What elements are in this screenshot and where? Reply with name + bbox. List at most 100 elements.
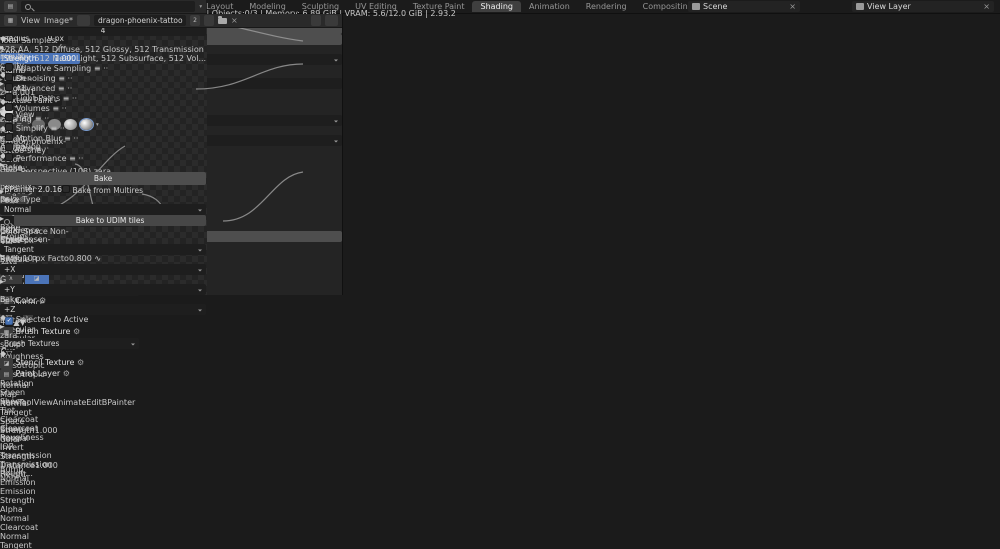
swizzle-r-label: Swizzle R bbox=[0, 255, 38, 264]
image-icon[interactable] bbox=[77, 15, 90, 26]
view-menu[interactable]: View bbox=[21, 16, 40, 25]
workspace-tab[interactable]: Shading bbox=[472, 1, 521, 12]
modifier-icons: ◆▽ bbox=[0, 349, 12, 358]
unlink-image-icon[interactable]: × bbox=[231, 16, 238, 25]
scene-selector[interactable]: Scene × bbox=[688, 1, 800, 12]
bake-section-header[interactable]: ▾Bake·· bbox=[0, 163, 206, 172]
preset-list-icon[interactable]: ≡ bbox=[69, 154, 76, 163]
swizzle-r-dropdown[interactable]: +X bbox=[0, 264, 206, 275]
swizzle-b-dropdown[interactable]: +Z bbox=[0, 304, 206, 315]
stencil-texture-title: Stencil Texture bbox=[16, 358, 75, 367]
section-checkbox[interactable] bbox=[5, 103, 13, 111]
properties-section[interactable]: ▸ Film ≡ ·· bbox=[0, 143, 206, 153]
sidebar-tab[interactable]: Edit bbox=[86, 398, 102, 407]
paint-layer-title: Paint Layer bbox=[16, 369, 61, 378]
layer-icon: ▤ bbox=[0, 369, 13, 380]
node-input-row[interactable]: Emission Strength bbox=[0, 487, 40, 505]
stencil-icon: ◪ bbox=[0, 358, 13, 369]
options-dropdown-icon[interactable]: ▾ bbox=[199, 4, 202, 10]
open-image-icon[interactable] bbox=[218, 18, 227, 24]
workspace-tab[interactable]: Animation bbox=[521, 1, 578, 12]
bpainter-paint-layer-panel: ▤ Paint Layer ⚙ bbox=[0, 369, 139, 380]
space-dropdown[interactable]: Tangent bbox=[0, 244, 206, 255]
sidebar-tab[interactable]: BPainter bbox=[102, 398, 136, 407]
properties-section[interactable]: ▸ Denoising ≡ ·· bbox=[0, 73, 206, 83]
editor-type-icon[interactable]: ▦ bbox=[4, 15, 17, 26]
bpainter-stencil-panel: ◪ Stencil Texture ⚙ bbox=[0, 358, 139, 369]
workspace-tab[interactable]: Rendering bbox=[578, 1, 635, 12]
properties-section[interactable]: ▸ Volumes ≡ ·· bbox=[0, 103, 206, 113]
pin-icon[interactable] bbox=[311, 15, 321, 26]
preset-list-icon[interactable]: ≡ bbox=[94, 64, 101, 73]
gear-icon[interactable]: ⚙ bbox=[73, 327, 80, 336]
influence-header[interactable]: ▾Influence bbox=[0, 226, 206, 235]
bake-type-dropdown[interactable]: Normal bbox=[0, 204, 206, 215]
users-count-badge[interactable]: 2 bbox=[190, 15, 200, 26]
properties-filter-icon[interactable]: ▤ bbox=[4, 1, 17, 12]
bake-type-label: Bake Type bbox=[0, 195, 41, 204]
preset-list-icon[interactable]: ≡ bbox=[63, 94, 70, 103]
section-checkbox[interactable] bbox=[5, 83, 13, 91]
section-checkbox[interactable] bbox=[5, 113, 13, 121]
blender-window: FileEditRenderWindowHelp LayoutModelingS… bbox=[0, 0, 1000, 549]
properties-editor: ▤ ▾ Subsurface Volume 4 Total Samples: 1… bbox=[0, 0, 206, 325]
preset-list-icon[interactable]: ≡ bbox=[58, 84, 65, 93]
view-layer-icon bbox=[856, 3, 864, 10]
properties-header: ▤ ▾ bbox=[0, 0, 206, 14]
render-properties-content: Subsurface Volume 4 Total Samples: 128 A… bbox=[0, 0, 206, 325]
sidebar-tab[interactable]: Animate bbox=[53, 398, 87, 407]
gear-icon[interactable]: ⚙ bbox=[77, 358, 84, 367]
properties-search-input[interactable] bbox=[21, 1, 195, 12]
fake-user-shield-icon[interactable] bbox=[204, 15, 214, 26]
swizzle-g-label: G bbox=[0, 275, 6, 284]
image-menu[interactable]: Image* bbox=[44, 16, 73, 25]
total-samples-info: Total Samples: 128 AA, 512 Diffuse, 512 … bbox=[0, 36, 206, 63]
preset-list-icon[interactable]: ≡ bbox=[50, 124, 57, 133]
preset-list-icon[interactable]: ≡ bbox=[64, 134, 71, 143]
sidebar-tab[interactable]: Tool bbox=[18, 398, 34, 407]
gear-icon[interactable]: ⚙ bbox=[63, 369, 70, 378]
properties-section[interactable]: ▸ Adaptive Sampling ≡ ·· bbox=[0, 63, 206, 73]
properties-section[interactable]: ▸ Light Paths ≡ ·· bbox=[0, 93, 206, 103]
section-checkbox[interactable] bbox=[5, 153, 13, 161]
section-checkbox[interactable] bbox=[5, 73, 13, 81]
render-sections: ▸ Adaptive Sampling ≡ ·· ▸ Denoising ≡ ·… bbox=[0, 63, 206, 163]
close-icon[interactable]: × bbox=[983, 2, 990, 11]
properties-section[interactable]: ▸ Hair ≡ ·· bbox=[0, 113, 206, 123]
properties-section[interactable]: ▸ Advanced ≡ ·· bbox=[0, 83, 206, 93]
bake-button[interactable]: Bake bbox=[0, 172, 206, 185]
node-input-row[interactable]: Clearcoat Normal bbox=[0, 523, 40, 541]
view-layer-selector[interactable]: View Layer × bbox=[852, 1, 994, 12]
image-name-field[interactable]: dragon-phoenix-tattoo bbox=[94, 15, 186, 26]
sidebar-tab[interactable]: Item bbox=[0, 398, 18, 407]
bake-from-multires-checkbox[interactable] bbox=[62, 185, 70, 193]
selected-to-active-row[interactable]: ▾ ✓ Selected to Active bbox=[0, 315, 206, 325]
sidebar-tab[interactable]: View bbox=[34, 398, 53, 407]
close-icon[interactable]: × bbox=[789, 2, 796, 11]
section-checkbox[interactable] bbox=[5, 143, 13, 151]
section-checkbox[interactable] bbox=[5, 133, 13, 141]
display-channels-icon[interactable] bbox=[325, 15, 338, 26]
viewport-tab-strip: ItemToolViewAnimateEditBPainter bbox=[0, 380, 139, 407]
section-checkbox[interactable] bbox=[5, 63, 13, 71]
section-checkbox[interactable] bbox=[5, 93, 13, 101]
preset-list-icon[interactable]: ≡ bbox=[52, 104, 59, 113]
node-input-row[interactable]: Alpha bbox=[0, 505, 40, 514]
space-label: Space bbox=[0, 235, 24, 244]
node-input-row[interactable]: Tangent bbox=[0, 541, 40, 549]
bake-to-udims-button[interactable]: Bake to UDIM tiles bbox=[14, 215, 206, 226]
preset-list-icon[interactable]: ≡ bbox=[35, 114, 42, 123]
node-input-row[interactable]: Normal bbox=[0, 514, 40, 523]
influence-subpanel: ▾Influence Space Tangent Swizzle R +X G … bbox=[0, 226, 206, 315]
selected-to-active-checkbox[interactable]: ✓ bbox=[5, 317, 13, 325]
section-checkbox[interactable] bbox=[5, 123, 13, 131]
properties-section[interactable]: ▸ Motion Blur ≡ ·· bbox=[0, 133, 206, 143]
swizzle-g-dropdown[interactable]: +Y bbox=[0, 284, 206, 295]
brush-texture-title: Brush Texture bbox=[16, 327, 71, 336]
bake-from-multires-label: Bake from Multires bbox=[73, 186, 143, 195]
image-editor-header: ▦ View Image* dragon-phoenix-tattoo 2 × bbox=[0, 14, 342, 28]
properties-section[interactable]: ▸ Simplify ≡ ·· bbox=[0, 123, 206, 133]
preset-list-icon[interactable]: ≡ bbox=[58, 74, 65, 83]
preset-list-icon[interactable]: ≡ bbox=[35, 144, 42, 153]
properties-section[interactable]: ▸ Performance ≡ ·· bbox=[0, 153, 206, 163]
